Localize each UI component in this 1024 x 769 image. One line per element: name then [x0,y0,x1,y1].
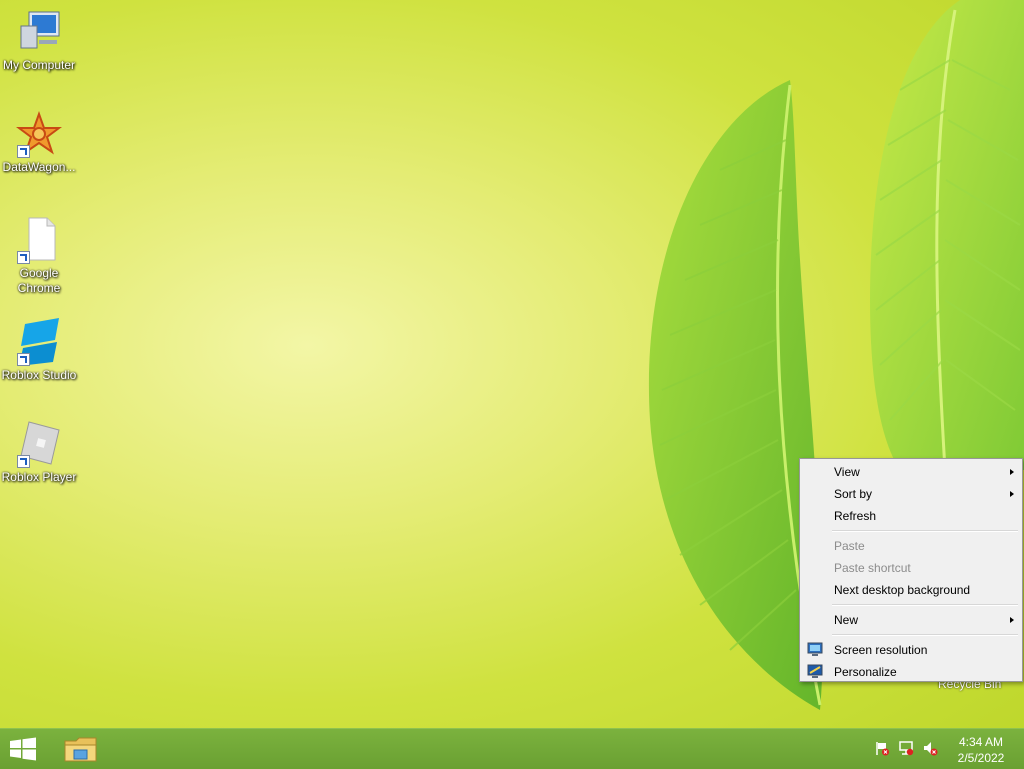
menu-separator [832,604,1018,606]
menu-item-personalize[interactable]: Personalize [802,661,1020,683]
desktop-context-menu: View Sort by Refresh Paste Paste shortcu… [799,458,1023,682]
desktop-icon-label: My Computer [2,58,76,72]
desktop-icon-google-chrome[interactable]: Google Chrome [0,216,78,296]
clock-time: 4:34 AM [958,735,1004,749]
menu-item-label: View [834,465,860,479]
network-icon[interactable] [898,740,914,756]
menu-item-label: Sort by [834,487,873,501]
shortcut-arrow-icon [17,353,30,366]
taskbar-file-explorer-button[interactable] [62,733,100,765]
menu-item-view[interactable]: View [802,461,1020,483]
taskbar-clock[interactable]: 4:34 AM 2/5/2022 [946,734,1016,766]
menu-item-screen-resolution[interactable]: Screen resolution [802,639,1020,661]
menu-item-label: Paste [834,539,865,553]
menu-item-label: Paste shortcut [834,561,911,575]
desktop-icon-my-computer[interactable]: My Computer [0,8,78,73]
datawagon-icon [15,110,63,158]
desktop-icon-roblox-player[interactable]: Roblox Player [0,420,78,485]
menu-item-paste-shortcut: Paste shortcut [802,557,1020,579]
desktop-icon-label: Roblox Player [1,470,77,484]
roblox-studio-icon [15,318,63,366]
shortcut-arrow-icon [17,455,30,468]
submenu-arrow-icon [1010,617,1014,623]
start-button[interactable] [8,737,38,761]
menu-item-label: Personalize [834,665,897,679]
menu-item-refresh[interactable]: Refresh [802,505,1020,527]
desktop-icon-label: DataWagon... [2,160,76,174]
desktop-icon-roblox-studio[interactable]: Roblox Studio [0,318,78,383]
roblox-player-icon [15,420,63,468]
file-explorer-icon [64,737,97,762]
document-icon [15,216,63,264]
desktop-icon-label: Google Chrome [17,266,61,295]
windows-logo-icon [10,737,36,761]
menu-item-new[interactable]: New [802,609,1020,631]
menu-item-paste: Paste [802,535,1020,557]
shortcut-arrow-icon [17,145,30,158]
menu-item-label: New [834,613,859,627]
taskbar: 4:34 AM 2/5/2022 [0,728,1024,769]
menu-item-next-desktop-background[interactable]: Next desktop background [802,579,1020,601]
menu-item-label: Screen resolution [834,643,928,657]
menu-item-label: Refresh [834,509,877,523]
action-center-flag-icon[interactable] [874,740,890,756]
menu-item-label: Next desktop background [834,583,971,597]
submenu-arrow-icon [1010,469,1014,475]
computer-icon [15,8,63,56]
shortcut-arrow-icon [17,251,30,264]
desktop[interactable]: My Computer DataWagon... Google Chrome R… [0,0,1024,728]
menu-item-sort-by[interactable]: Sort by [802,483,1020,505]
clock-date: 2/5/2022 [957,751,1005,765]
desktop-icon-label: Roblox Studio [1,368,77,382]
menu-separator [832,634,1018,636]
desktop-icon-datawagon[interactable]: DataWagon... [0,110,78,175]
personalize-icon [807,664,823,678]
menu-separator [832,530,1018,532]
submenu-arrow-icon [1010,491,1014,497]
monitor-icon [807,642,823,656]
volume-muted-icon[interactable] [922,740,938,756]
